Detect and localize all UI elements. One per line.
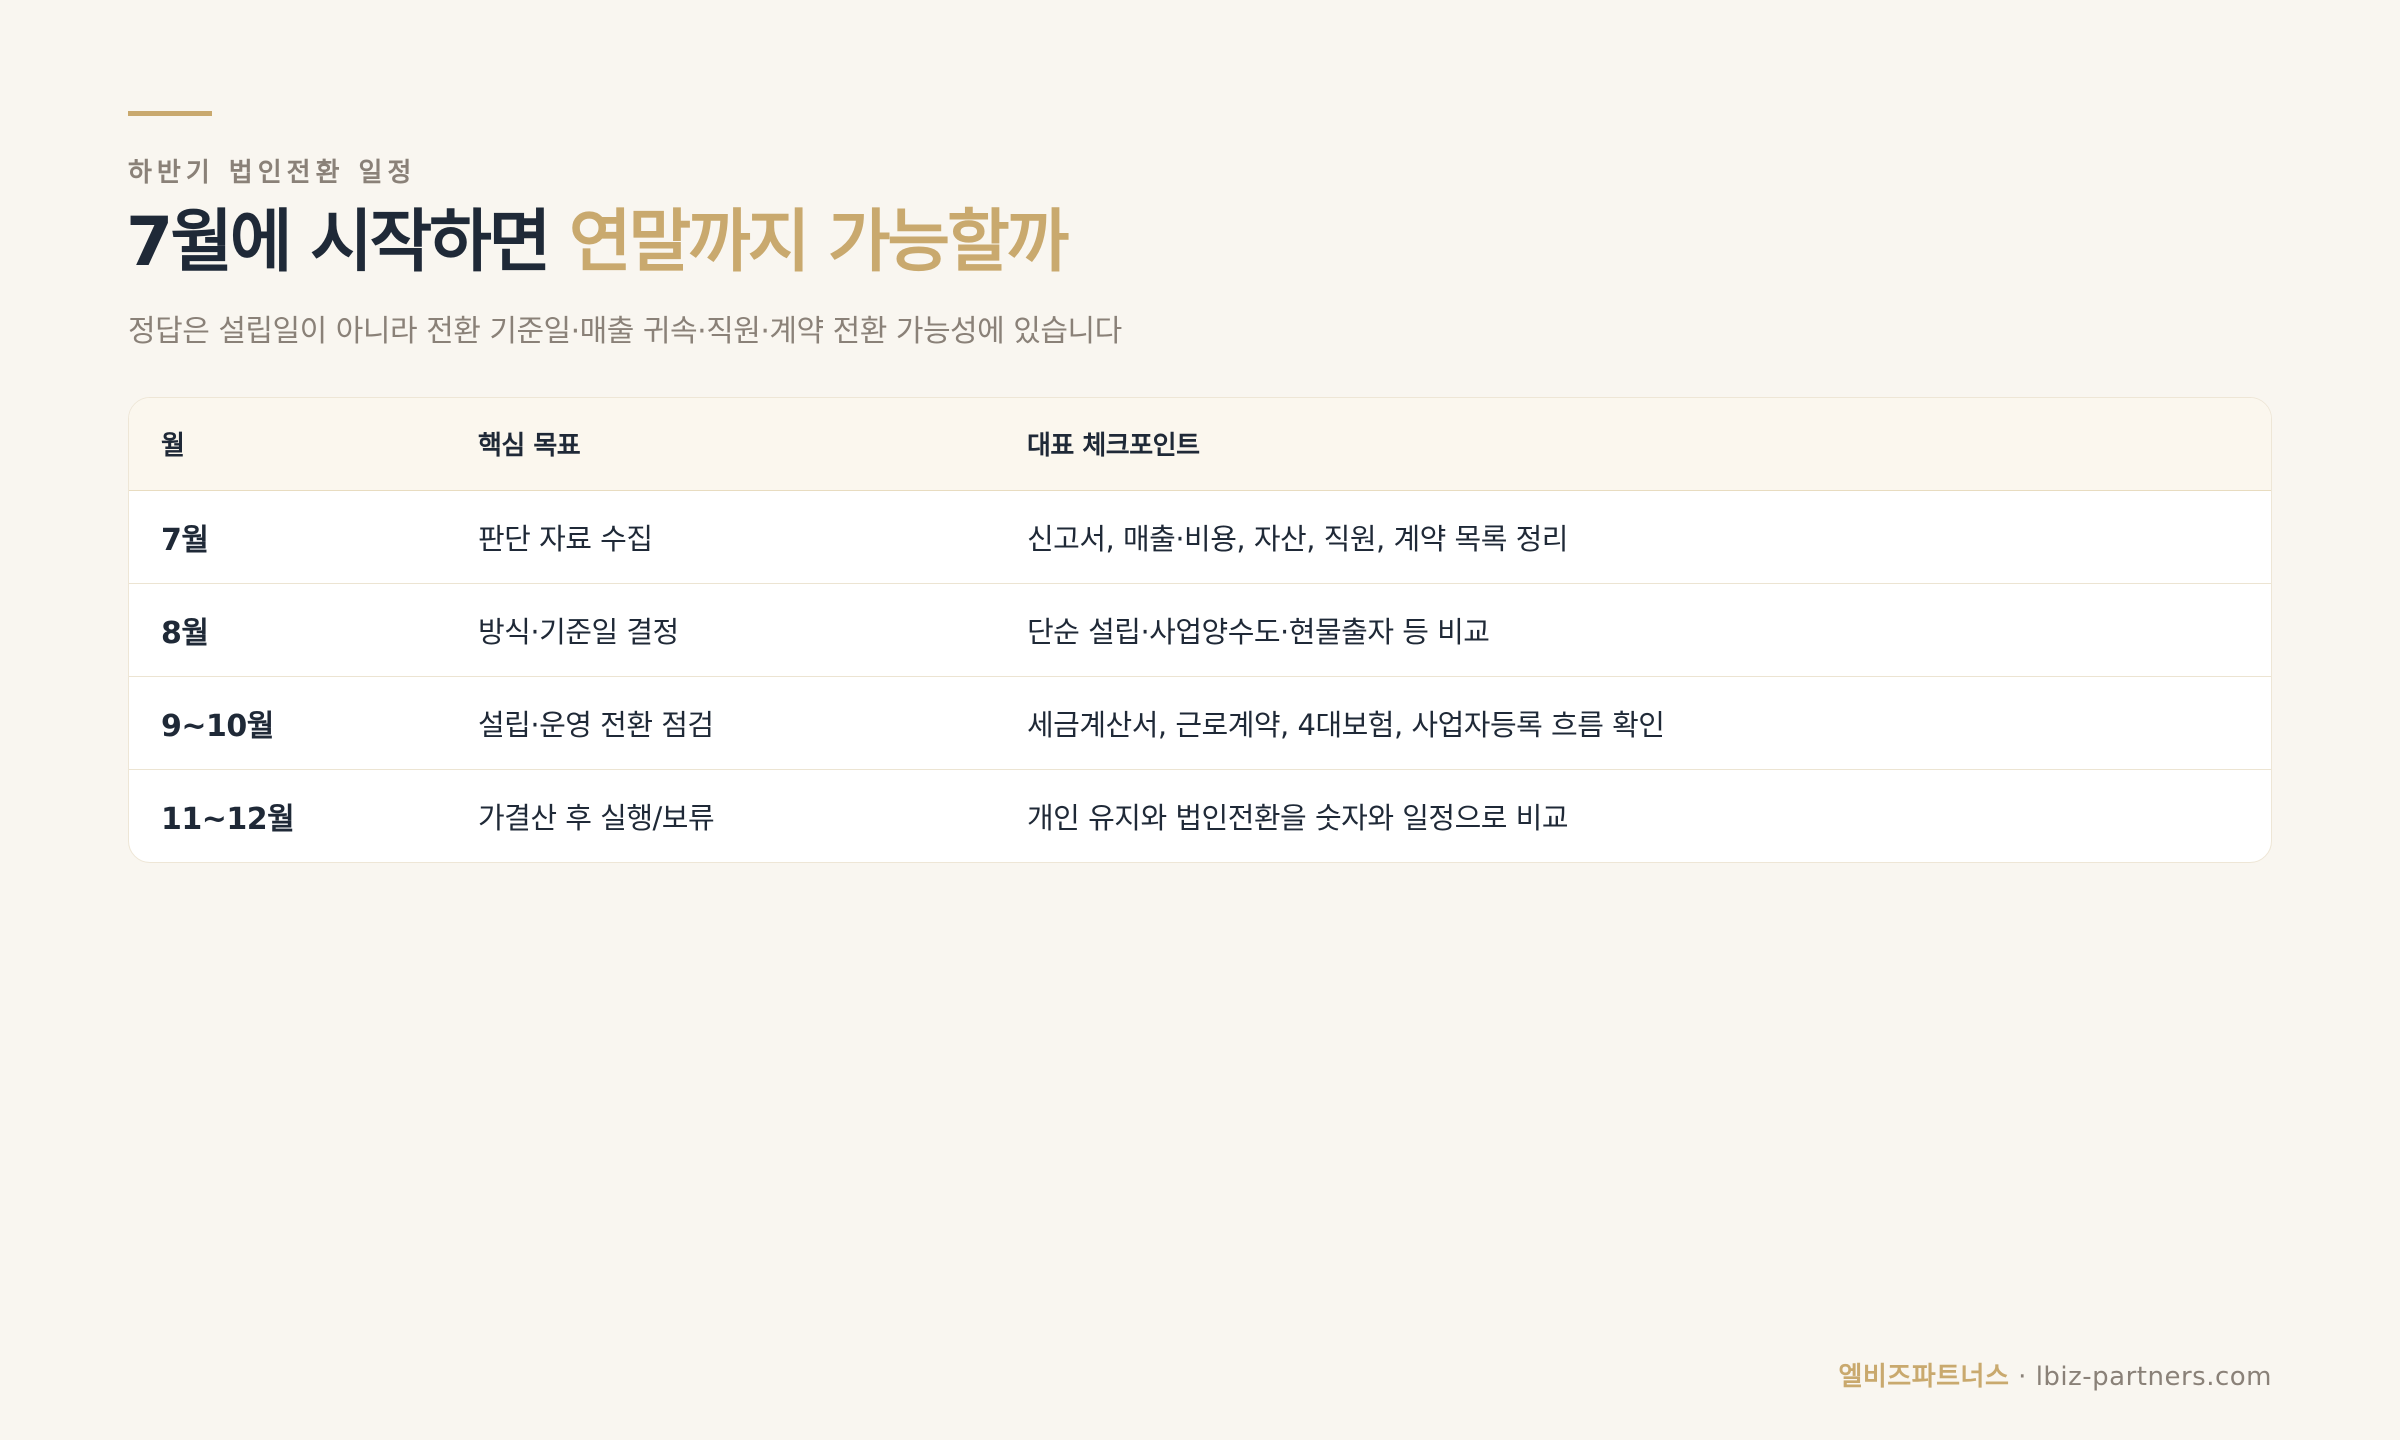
table-row: 7월 판단 자료 수집 신고서, 매출·비용, 자산, 직원, 계약 목록 정리 [129, 490, 2271, 584]
schedule-table-card: 월 핵심 목표 대표 체크포인트 7월 판단 자료 수집 신고서, 매출·비용,… [128, 397, 2272, 863]
column-header-goal: 핵심 목표 [446, 398, 995, 491]
cell-goal: 판단 자료 수집 [446, 490, 995, 584]
cell-checkpoint: 개인 유지와 법인전환을 숫자와 일정으로 비교 [1027, 800, 1569, 835]
footer-url: lbiz-partners.com [2035, 1362, 2272, 1392]
footer-separator: · [2009, 1362, 2036, 1392]
table-row: 11~12월 가결산 후 실행/보류 개인 유지와 법인전환을 숫자와 일정으로… [129, 769, 2271, 862]
cell-month: 8월 [129, 583, 446, 677]
accent-bar [128, 111, 212, 116]
cell-checkpoint: 세금계산서, 근로계약, 4대보험, 사업자등록 흐름 확인 [995, 676, 2271, 770]
column-header-month: 월 [129, 398, 446, 491]
table-row: 8월 방식·기준일 결정 단순 설립·사업양수도·현물출자 등 비교 [129, 583, 2271, 677]
schedule-table: 월 핵심 목표 대표 체크포인트 7월 판단 자료 수집 신고서, 매출·비용,… [129, 398, 2271, 862]
footer-brand: 엘비즈파트너스 [1838, 1362, 2010, 1392]
table-row: 9~10월 설립·운영 전환 점검 세금계산서, 근로계약, 4대보험, 사업자… [129, 676, 2271, 770]
title-main: 7월에 시작하면 [126, 203, 570, 282]
title-highlight: 연말까지 가능할까 [569, 203, 1069, 282]
cell-month: 7월 [129, 490, 446, 584]
footer: 엘비즈파트너스 · lbiz-partners.com [1838, 1356, 2272, 1393]
table-header-row: 월 핵심 목표 대표 체크포인트 [129, 398, 2271, 491]
cell-goal: 가결산 후 실행/보류 [478, 800, 715, 835]
section-eyebrow: 하반기 법인전환 일정 [128, 158, 417, 188]
cell-month: 11~12월 [161, 801, 295, 837]
cell-month: 9~10월 [129, 676, 446, 770]
column-header-checkpoint: 대표 체크포인트 [995, 398, 2271, 491]
cell-checkpoint: 단순 설립·사업양수도·현물출자 등 비교 [995, 583, 2271, 677]
cell-checkpoint: 신고서, 매출·비용, 자산, 직원, 계약 목록 정리 [995, 490, 2271, 584]
cell-goal: 설립·운영 전환 점검 [446, 676, 995, 770]
page-title: 7월에 시작하면 연말까지 가능할까 [126, 203, 1069, 282]
cell-goal: 방식·기준일 결정 [446, 583, 995, 677]
page-subtitle: 정답은 설립일이 아니라 전환 기준일·매출 귀속·직원·계약 전환 가능성에 … [128, 314, 1122, 349]
